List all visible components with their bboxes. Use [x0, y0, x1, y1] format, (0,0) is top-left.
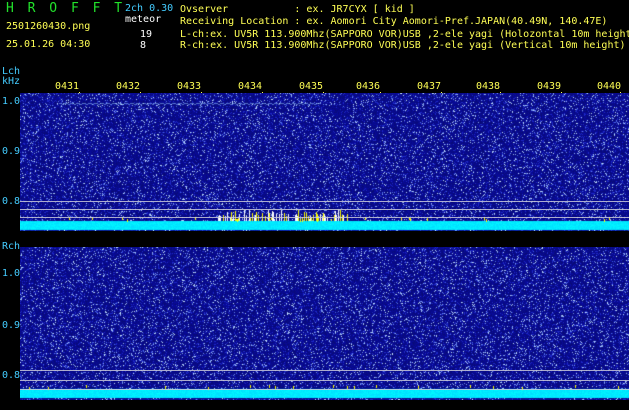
- meteor-count-rch: 8: [140, 40, 147, 51]
- freq-label-top-0-9: 0.9: [2, 146, 21, 157]
- freq-label-bottom-1-0: 1.0: [2, 268, 21, 279]
- grid-line: [20, 201, 629, 202]
- time-tick: 0436: [356, 81, 381, 92]
- time-tick: 0437: [417, 81, 442, 92]
- meteor-count-lch: 19: [140, 29, 153, 40]
- file-name: 2501260430.png: [6, 21, 91, 32]
- date-time: 25.01.26 04:30: [6, 39, 91, 50]
- time-tick: 0438: [476, 81, 501, 92]
- lch-spectrogram: [20, 93, 629, 231]
- khz-label: kHz: [2, 76, 21, 87]
- freq-label-bottom-0-8: 0.8: [2, 370, 21, 381]
- grid-line: [20, 370, 629, 371]
- rch-label: Rch: [2, 241, 21, 252]
- location-info: Receiving Location : ex. Aomori City Aom…: [180, 16, 608, 27]
- time-tick: 0440: [597, 81, 622, 92]
- lch-receiver-info: L-ch:ex. UV5R 113.900Mhz(SAPPORO VOR)USB…: [180, 29, 629, 40]
- time-tick: 0431: [55, 81, 80, 92]
- app-brand: H R O F F T: [6, 1, 126, 16]
- time-tick: 0434: [238, 81, 263, 92]
- meteor-label: meteor: [125, 14, 162, 25]
- observer-info: Ovserver : ex. JR7CYX [ kid ]: [180, 4, 415, 15]
- rch-spectrogram: [20, 247, 629, 400]
- freq-label-bottom-0-9: 0.9: [2, 320, 21, 331]
- freq-label-top-0-8: 0.8: [2, 196, 21, 207]
- time-tick: 0432: [116, 81, 141, 92]
- grid-line: [20, 380, 629, 381]
- time-tick: 0433: [177, 81, 202, 92]
- grid-line: [20, 389, 629, 390]
- grid-line: [20, 217, 629, 218]
- mode-label: 2ch 0.30: [125, 3, 174, 14]
- time-tick: 0439: [537, 81, 562, 92]
- rch-receiver-info: R-ch:ex. UV5R 113.900Mhz(SAPPORO VOR)USB…: [180, 40, 626, 51]
- grid-line: [20, 209, 629, 210]
- freq-label-top-1-0: 1.0: [2, 96, 21, 107]
- time-tick: 0435: [299, 81, 324, 92]
